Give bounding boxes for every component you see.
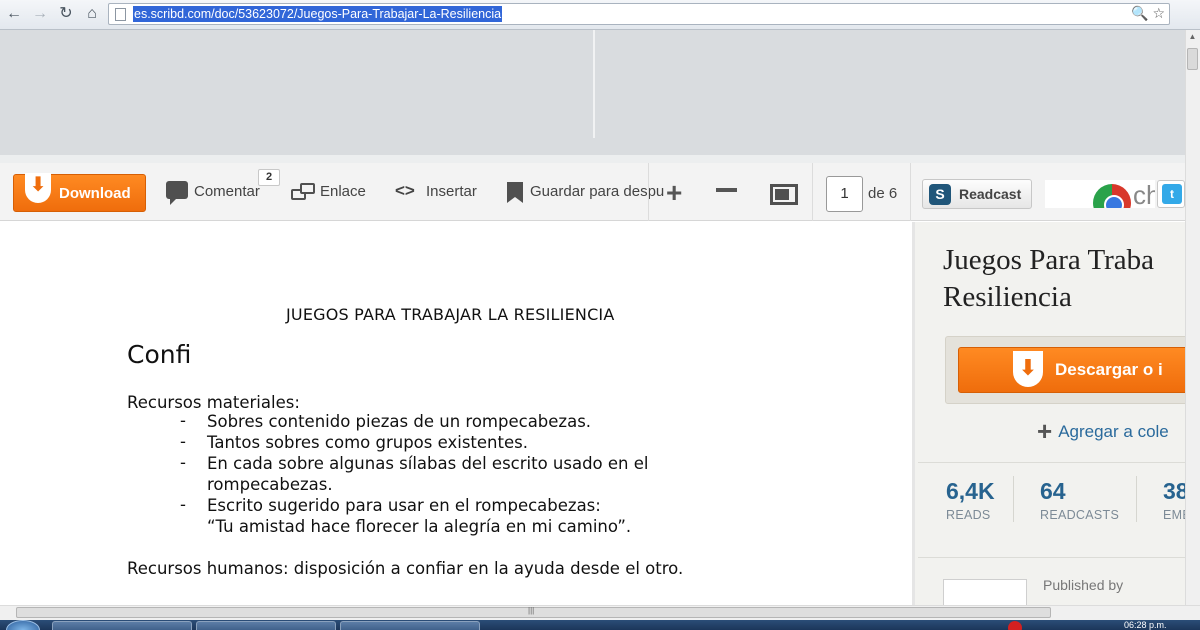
star-icon[interactable]: ☆ <box>1152 5 1165 21</box>
embed-button[interactable]: Insertar <box>426 183 477 200</box>
list-bullet: - <box>180 432 186 451</box>
bookmark-icon[interactable] <box>507 182 523 203</box>
readcast-label: Readcast <box>959 186 1022 202</box>
comment-count-badge: 2 <box>258 169 280 186</box>
stat-label: READS <box>946 508 991 522</box>
zoom-out-icon[interactable] <box>716 188 737 192</box>
document-title: JUEGOS PARA TRABAJAR LA RESILIENCIA <box>286 305 615 324</box>
materials-heading: Recursos materiales: <box>127 393 300 412</box>
zoom-icon[interactable]: 🔍 <box>1131 5 1148 21</box>
add-to-collection-label: Agregar a cole <box>1058 422 1169 441</box>
sidebar-title: Juegos Para Traba Resiliencia <box>943 242 1185 316</box>
download-or-print-label: Descargar o i <box>1055 360 1163 379</box>
taskbar-app-explorer[interactable] <box>196 621 336 630</box>
readcasts-stat: 64 READCASTS <box>1040 478 1119 522</box>
browser-toolbar: ← → ↻ ⌂ es.scribd.com/doc/53623072/Juego… <box>0 0 1200 30</box>
stat-divider <box>1136 476 1137 522</box>
human-resources-text: Recursos humanos: disposición a confiar … <box>127 559 684 578</box>
banner-divider <box>593 30 595 138</box>
vertical-scrollbar[interactable] <box>1185 30 1200 605</box>
stat-value: 38 <box>1163 478 1185 504</box>
document-sidebar: Juegos Para Traba Resiliencia ⬇ Descarga… <box>915 222 1185 605</box>
published-by-label: Published by <box>1043 577 1124 593</box>
readcast-button[interactable]: S Readcast <box>922 179 1032 209</box>
home-icon[interactable]: ⌂ <box>82 4 102 24</box>
list-item: Escrito sugerido para usar en el rompeca… <box>207 496 601 515</box>
scroll-up-icon[interactable]: ▲ <box>1186 32 1199 44</box>
list-item: Sobres contenido piezas de un rompecabez… <box>207 412 592 431</box>
download-button[interactable]: ⬇ Download <box>13 173 146 212</box>
list-item: rompecabezas. <box>207 475 333 494</box>
page-icon <box>115 8 126 21</box>
toolbar-separator <box>812 163 813 221</box>
vertical-scroll-thumb[interactable] <box>1187 48 1198 70</box>
reads-stat: 6,4K READS <box>946 478 995 522</box>
list-item: Tantos sobres como grupos existentes. <box>207 433 528 452</box>
download-box: ⬇ Descargar o i <box>945 336 1185 404</box>
comment-icon[interactable] <box>166 181 188 205</box>
stat-value: 64 <box>1040 478 1066 504</box>
fullscreen-icon[interactable] <box>770 184 798 205</box>
readcast-icon: S <box>929 184 951 205</box>
start-button[interactable] <box>6 620 40 630</box>
list-item: “Tu amistad hace florecer la alegría en … <box>207 517 632 536</box>
page-total: de 6 <box>868 185 898 202</box>
stat-divider <box>1013 476 1014 522</box>
stat-label: READCASTS <box>1040 508 1120 522</box>
zoom-in-icon[interactable]: + <box>666 177 682 209</box>
twitter-button[interactable]: t <box>1157 180 1185 208</box>
scroll-grip-icon: ||| <box>528 606 535 615</box>
os-taskbar: 06:28 p.m. <box>0 620 1200 630</box>
list-bullet: - <box>180 495 186 514</box>
list-bullet: - <box>180 411 186 430</box>
sidebar-title-line: Resiliencia <box>943 281 1072 313</box>
save-for-later-button[interactable]: Guardar para despu <box>530 183 664 200</box>
url-text[interactable]: es.scribd.com/doc/53623072/Juegos-Para-T… <box>133 6 503 22</box>
toolbar-separator <box>648 163 649 221</box>
chrome-ad[interactable]: ch <box>1045 180 1155 208</box>
publisher-avatar[interactable] <box>943 579 1027 605</box>
sidebar-divider <box>918 557 1185 558</box>
download-icon: ⬇ <box>25 173 51 203</box>
embed-icon[interactable]: <> <box>395 181 415 201</box>
document-heading: Confi <box>127 340 192 369</box>
tray-alert-icon[interactable] <box>1008 621 1022 630</box>
sidebar-title-line: Juegos Para Traba <box>943 244 1155 276</box>
reload-icon[interactable]: ↻ <box>56 4 76 24</box>
taskbar-app-chrome[interactable] <box>52 621 192 630</box>
taskbar-app-word[interactable] <box>340 621 480 630</box>
document-page: JUEGOS PARA TRABAJAR LA RESILIENCIA Conf… <box>0 222 912 605</box>
comment-button[interactable]: Comentar <box>194 183 260 200</box>
add-to-collection-link[interactable]: + Agregar a cole <box>1037 416 1169 447</box>
stat-label: EMB <box>1163 508 1185 522</box>
list-item: En cada sobre algunas sílabas del escrit… <box>207 454 649 473</box>
twitter-icon: t <box>1162 184 1182 204</box>
forward-arrow-icon[interactable]: → <box>30 4 50 24</box>
banner-strip <box>0 155 1185 163</box>
chrome-logo-icon <box>1093 184 1131 208</box>
address-bar[interactable]: es.scribd.com/doc/53623072/Juegos-Para-T… <box>108 3 1170 25</box>
stat-value: 6,4K <box>946 478 995 504</box>
link-button[interactable]: Enlace <box>320 183 366 200</box>
page-number-input[interactable]: 1 <box>826 176 863 212</box>
embeds-stat: 38 EMB <box>1163 478 1185 522</box>
download-label: Download <box>59 185 131 202</box>
list-bullet: - <box>180 453 186 472</box>
address-bar-actions: 🔍 ☆ <box>1127 5 1165 22</box>
download-or-print-button[interactable]: ⬇ Descargar o i <box>958 347 1185 393</box>
document-toolbar: ⬇ Download Comentar 2 Enlace <> Insertar… <box>0 163 1185 221</box>
sidebar-divider <box>918 462 1185 463</box>
ad-text: ch <box>1133 180 1155 208</box>
taskbar-clock[interactable]: 06:28 p.m. <box>1124 620 1167 630</box>
plus-icon: + <box>1037 416 1053 446</box>
download-icon: ⬇ <box>1013 351 1043 387</box>
link-icon[interactable] <box>291 183 317 203</box>
back-arrow-icon[interactable]: ← <box>4 4 24 24</box>
toolbar-separator <box>910 163 911 221</box>
